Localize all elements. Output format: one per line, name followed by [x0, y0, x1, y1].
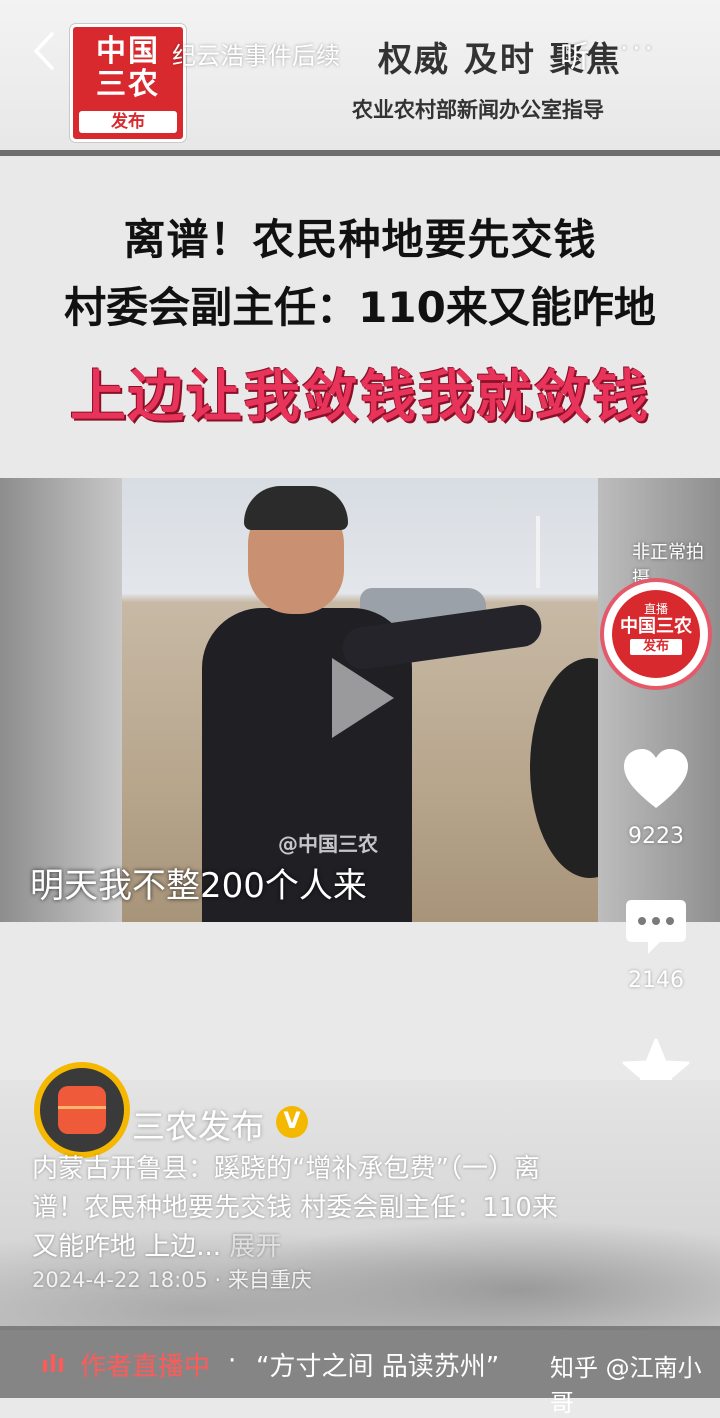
live-banner[interactable]: 作者直播中 · “方寸之间 品读苏州” 知乎 @江南小哥	[0, 1326, 720, 1417]
tractor-tire	[530, 658, 598, 878]
page-title: 纪云浩事件后续	[172, 42, 340, 70]
logo-line1: 中国	[96, 34, 160, 69]
more-button[interactable]: ···	[620, 34, 657, 64]
logo-line2: 三农	[96, 67, 160, 102]
author-avatar[interactable]: 直播 中国三农 发布	[604, 582, 708, 686]
wind-turbine	[536, 516, 540, 588]
expand-link[interactable]: 展开	[229, 1232, 281, 1262]
headline-line3: 上边让我敛钱我就敛钱	[70, 365, 650, 430]
headline-line1: 离谱！农民种地要先交钱	[123, 215, 597, 264]
like-count: 9223	[628, 824, 684, 849]
avatar-logo: 直播 中国三农 发布	[612, 590, 700, 678]
like-button[interactable]	[620, 744, 692, 816]
envelope-flap	[58, 1106, 106, 1109]
video-blur-left	[0, 478, 122, 922]
post-description[interactable]: 内蒙古开鲁县：蹊跷的“增补承包费”（一）离谱！农民种地要先交钱 村委会副主任：1…	[32, 1150, 572, 1267]
headline-line2: 村委会副主任：110来又能咋地	[64, 283, 656, 332]
live-separator: ·	[228, 1346, 237, 1376]
banner-sub-slogan: 农业农村部新闻办公室指导	[352, 98, 604, 122]
logo-line3: 发布	[79, 111, 177, 133]
live-signal-icon	[40, 1350, 66, 1374]
avatar-publish: 发布	[630, 639, 682, 655]
author-name[interactable]: 三农发布	[132, 1100, 264, 1148]
listen-button[interactable]: 听	[560, 32, 590, 76]
chevron-left-icon	[34, 32, 54, 70]
comment-button[interactable]	[620, 892, 692, 964]
red-packet-button[interactable]	[34, 1062, 130, 1158]
channel-logo: 中国 三农 发布	[70, 24, 186, 142]
avatar-live-label: 直播	[643, 602, 668, 616]
live-status: 作者直播中	[80, 1352, 211, 1382]
description-text: 内蒙古开鲁县：蹊跷的“增补承包费”（一）离谱！农民种地要先交钱 村委会副主任：1…	[32, 1154, 558, 1262]
comment-count: 2146	[628, 968, 684, 993]
play-icon[interactable]	[332, 658, 394, 738]
man-hair	[244, 486, 348, 530]
back-button[interactable]	[30, 30, 60, 72]
red-envelope-icon	[58, 1086, 106, 1134]
live-title: “方寸之间 品读苏州”	[256, 1352, 500, 1382]
video-watermark: @中国三农	[278, 832, 378, 856]
comment-icon	[626, 900, 686, 954]
video-player[interactable]: @中国三农	[122, 478, 598, 922]
avatar-brand: 中国三农	[620, 616, 692, 637]
banner-divider	[0, 150, 720, 156]
site-watermark: 知乎 @江南小哥	[550, 1354, 702, 1417]
verified-badge-icon: V	[276, 1106, 308, 1138]
post-meta: 2024-4-22 18:05 · 来自重庆	[32, 1268, 312, 1292]
video-subtitle: 明天我不整200个人来	[30, 866, 367, 906]
heart-icon	[624, 749, 688, 808]
